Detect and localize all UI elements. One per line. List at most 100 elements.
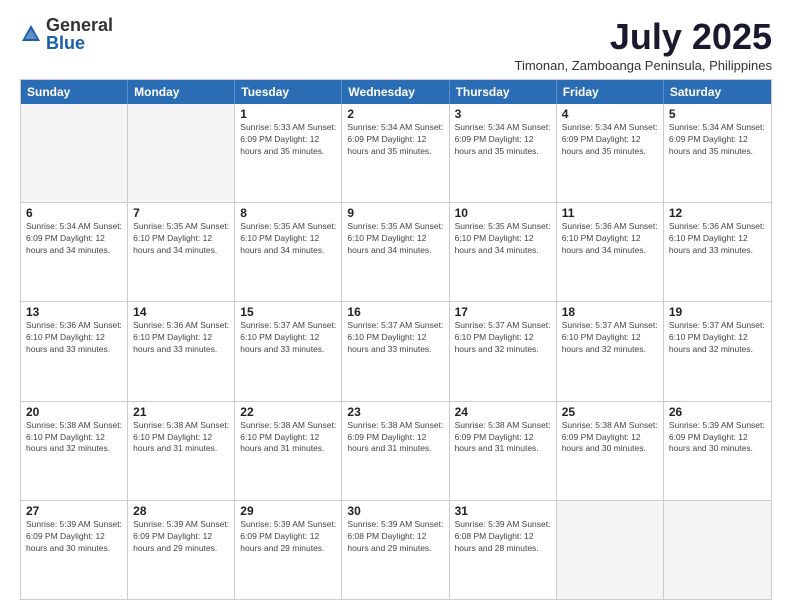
- title-block: July 2025 Timonan, Zamboanga Peninsula, …: [514, 16, 772, 73]
- logo-text: General Blue: [46, 16, 113, 52]
- day-number: 20: [26, 405, 122, 419]
- day-number: 16: [347, 305, 443, 319]
- calendar-cell: 28Sunrise: 5:39 AM Sunset: 6:09 PM Dayli…: [128, 501, 235, 599]
- day-number: 9: [347, 206, 443, 220]
- calendar-header-cell: Friday: [557, 80, 664, 104]
- day-number: 30: [347, 504, 443, 518]
- day-info: Sunrise: 5:38 AM Sunset: 6:10 PM Dayligh…: [240, 420, 336, 456]
- day-number: 21: [133, 405, 229, 419]
- day-number: 13: [26, 305, 122, 319]
- day-number: 6: [26, 206, 122, 220]
- day-number: 29: [240, 504, 336, 518]
- subtitle: Timonan, Zamboanga Peninsula, Philippine…: [514, 58, 772, 73]
- day-number: 19: [669, 305, 766, 319]
- calendar-week: 27 Sunrise: 5:39 AM Sunset: 6:09 PM Dayli…: [21, 501, 771, 599]
- day-number: 7: [133, 206, 229, 220]
- calendar-cell: 24Sunrise: 5:38 AM Sunset: 6:09 PM Dayli…: [450, 402, 557, 500]
- day-info: Sunrise: 5:37 AM Sunset: 6:10 PM Dayligh…: [347, 320, 443, 356]
- day-info: Sunrise: 5:37 AM Sunset: 6:10 PM Dayligh…: [669, 320, 766, 356]
- day-number: 8: [240, 206, 336, 220]
- calendar-cell: 14Sunrise: 5:36 AM Sunset: 6:10 PM Dayli…: [128, 302, 235, 400]
- day-info: Sunrise: 5:34 AM Sunset: 6:09 PM Dayligh…: [26, 221, 122, 257]
- day-number: 1: [240, 107, 336, 121]
- calendar-header-cell: Sunday: [21, 80, 128, 104]
- day-info: Sunrise: 5:39 AM Sunset: 6:09 PM Dayligh…: [133, 519, 229, 555]
- calendar-cell: 23Sunrise: 5:38 AM Sunset: 6:09 PM Dayli…: [342, 402, 449, 500]
- calendar-cell: 9Sunrise: 5:35 AM Sunset: 6:10 PM Daylig…: [342, 203, 449, 301]
- calendar-cell: [128, 104, 235, 202]
- calendar-header-cell: Tuesday: [235, 80, 342, 104]
- day-info: Sunrise: 5:37 AM Sunset: 6:10 PM Dayligh…: [240, 320, 336, 356]
- calendar-cell: 30Sunrise: 5:39 AM Sunset: 6:08 PM Dayli…: [342, 501, 449, 599]
- day-info: Sunrise: 5:38 AM Sunset: 6:10 PM Dayligh…: [133, 420, 229, 456]
- calendar-cell: [664, 501, 771, 599]
- day-number: 5: [669, 107, 766, 121]
- day-number: 28: [133, 504, 229, 518]
- calendar-cell: 15Sunrise: 5:37 AM Sunset: 6:10 PM Dayli…: [235, 302, 342, 400]
- calendar-cell: 27Sunrise: 5:39 AM Sunset: 6:09 PM Dayli…: [21, 501, 128, 599]
- day-number: 2: [347, 107, 443, 121]
- calendar-header-row: SundayMondayTuesdayWednesdayThursdayFrid…: [21, 80, 771, 104]
- calendar-cell: [557, 501, 664, 599]
- day-info: Sunrise: 5:38 AM Sunset: 6:09 PM Dayligh…: [347, 420, 443, 456]
- day-number: 4: [562, 107, 658, 121]
- day-info: Sunrise: 5:39 AM Sunset: 6:09 PM Dayligh…: [240, 519, 336, 555]
- day-number: 22: [240, 405, 336, 419]
- day-number: 23: [347, 405, 443, 419]
- calendar: SundayMondayTuesdayWednesdayThursdayFrid…: [20, 79, 772, 600]
- calendar-cell: 3Sunrise: 5:34 AM Sunset: 6:09 PM Daylig…: [450, 104, 557, 202]
- day-info: Sunrise: 5:34 AM Sunset: 6:09 PM Dayligh…: [562, 122, 658, 158]
- day-info: Sunrise: 5:39 AM Sunset: 6:09 PM Dayligh…: [669, 420, 766, 456]
- day-info: Sunrise: 5:35 AM Sunset: 6:10 PM Dayligh…: [455, 221, 551, 257]
- day-info: Sunrise: 5:35 AM Sunset: 6:10 PM Dayligh…: [240, 221, 336, 257]
- calendar-cell: 17Sunrise: 5:37 AM Sunset: 6:10 PM Dayli…: [450, 302, 557, 400]
- calendar-cell: [21, 104, 128, 202]
- calendar-header-cell: Wednesday: [342, 80, 449, 104]
- calendar-cell: 5Sunrise: 5:34 AM Sunset: 6:09 PM Daylig…: [664, 104, 771, 202]
- day-number: 18: [562, 305, 658, 319]
- calendar-cell: 19Sunrise: 5:37 AM Sunset: 6:10 PM Dayli…: [664, 302, 771, 400]
- main-title: July 2025: [514, 16, 772, 58]
- calendar-cell: 13Sunrise: 5:36 AM Sunset: 6:10 PM Dayli…: [21, 302, 128, 400]
- day-number: 24: [455, 405, 551, 419]
- calendar-cell: 22Sunrise: 5:38 AM Sunset: 6:10 PM Dayli…: [235, 402, 342, 500]
- day-number: 26: [669, 405, 766, 419]
- logo-blue: Blue: [46, 34, 113, 52]
- calendar-cell: 26Sunrise: 5:39 AM Sunset: 6:09 PM Dayli…: [664, 402, 771, 500]
- day-info: Sunrise: 5:35 AM Sunset: 6:10 PM Dayligh…: [347, 221, 443, 257]
- day-info: Sunrise: 5:38 AM Sunset: 6:09 PM Dayligh…: [455, 420, 551, 456]
- logo-general: General: [46, 16, 113, 34]
- day-number: 27: [26, 504, 122, 518]
- calendar-cell: 29Sunrise: 5:39 AM Sunset: 6:09 PM Dayli…: [235, 501, 342, 599]
- day-info: Sunrise: 5:36 AM Sunset: 6:10 PM Dayligh…: [26, 320, 122, 356]
- page: General Blue July 2025 Timonan, Zamboang…: [0, 0, 792, 612]
- calendar-week: 1Sunrise: 5:33 AM Sunset: 6:09 PM Daylig…: [21, 104, 771, 203]
- day-info: Sunrise: 5:39 AM Sunset: 6:08 PM Dayligh…: [347, 519, 443, 555]
- calendar-cell: 25Sunrise: 5:38 AM Sunset: 6:09 PM Dayli…: [557, 402, 664, 500]
- day-info: Sunrise: 5:38 AM Sunset: 6:09 PM Dayligh…: [562, 420, 658, 456]
- calendar-week: 6Sunrise: 5:34 AM Sunset: 6:09 PM Daylig…: [21, 203, 771, 302]
- calendar-cell: 2Sunrise: 5:34 AM Sunset: 6:09 PM Daylig…: [342, 104, 449, 202]
- day-info: Sunrise: 5:33 AM Sunset: 6:09 PM Dayligh…: [240, 122, 336, 158]
- day-info: Sunrise: 5:37 AM Sunset: 6:10 PM Dayligh…: [562, 320, 658, 356]
- day-info: Sunrise: 5:36 AM Sunset: 6:10 PM Dayligh…: [669, 221, 766, 257]
- day-info: Sunrise: 5:34 AM Sunset: 6:09 PM Dayligh…: [347, 122, 443, 158]
- day-number: 12: [669, 206, 766, 220]
- logo: General Blue: [20, 16, 113, 52]
- day-number: 31: [455, 504, 551, 518]
- calendar-week: 13Sunrise: 5:36 AM Sunset: 6:10 PM Dayli…: [21, 302, 771, 401]
- calendar-cell: 21Sunrise: 5:38 AM Sunset: 6:10 PM Dayli…: [128, 402, 235, 500]
- calendar-cell: 31Sunrise: 5:39 AM Sunset: 6:08 PM Dayli…: [450, 501, 557, 599]
- calendar-cell: 8Sunrise: 5:35 AM Sunset: 6:10 PM Daylig…: [235, 203, 342, 301]
- calendar-cell: 1Sunrise: 5:33 AM Sunset: 6:09 PM Daylig…: [235, 104, 342, 202]
- day-info: Sunrise: 5:36 AM Sunset: 6:10 PM Dayligh…: [562, 221, 658, 257]
- day-info: Sunrise: 5:38 AM Sunset: 6:10 PM Dayligh…: [26, 420, 122, 456]
- calendar-header-cell: Thursday: [450, 80, 557, 104]
- day-number: 10: [455, 206, 551, 220]
- calendar-cell: 4Sunrise: 5:34 AM Sunset: 6:09 PM Daylig…: [557, 104, 664, 202]
- calendar-cell: 12Sunrise: 5:36 AM Sunset: 6:10 PM Dayli…: [664, 203, 771, 301]
- day-info: Sunrise: 5:35 AM Sunset: 6:10 PM Dayligh…: [133, 221, 229, 257]
- day-info: Sunrise: 5:36 AM Sunset: 6:10 PM Dayligh…: [133, 320, 229, 356]
- day-number: 11: [562, 206, 658, 220]
- logo-icon: [20, 23, 42, 45]
